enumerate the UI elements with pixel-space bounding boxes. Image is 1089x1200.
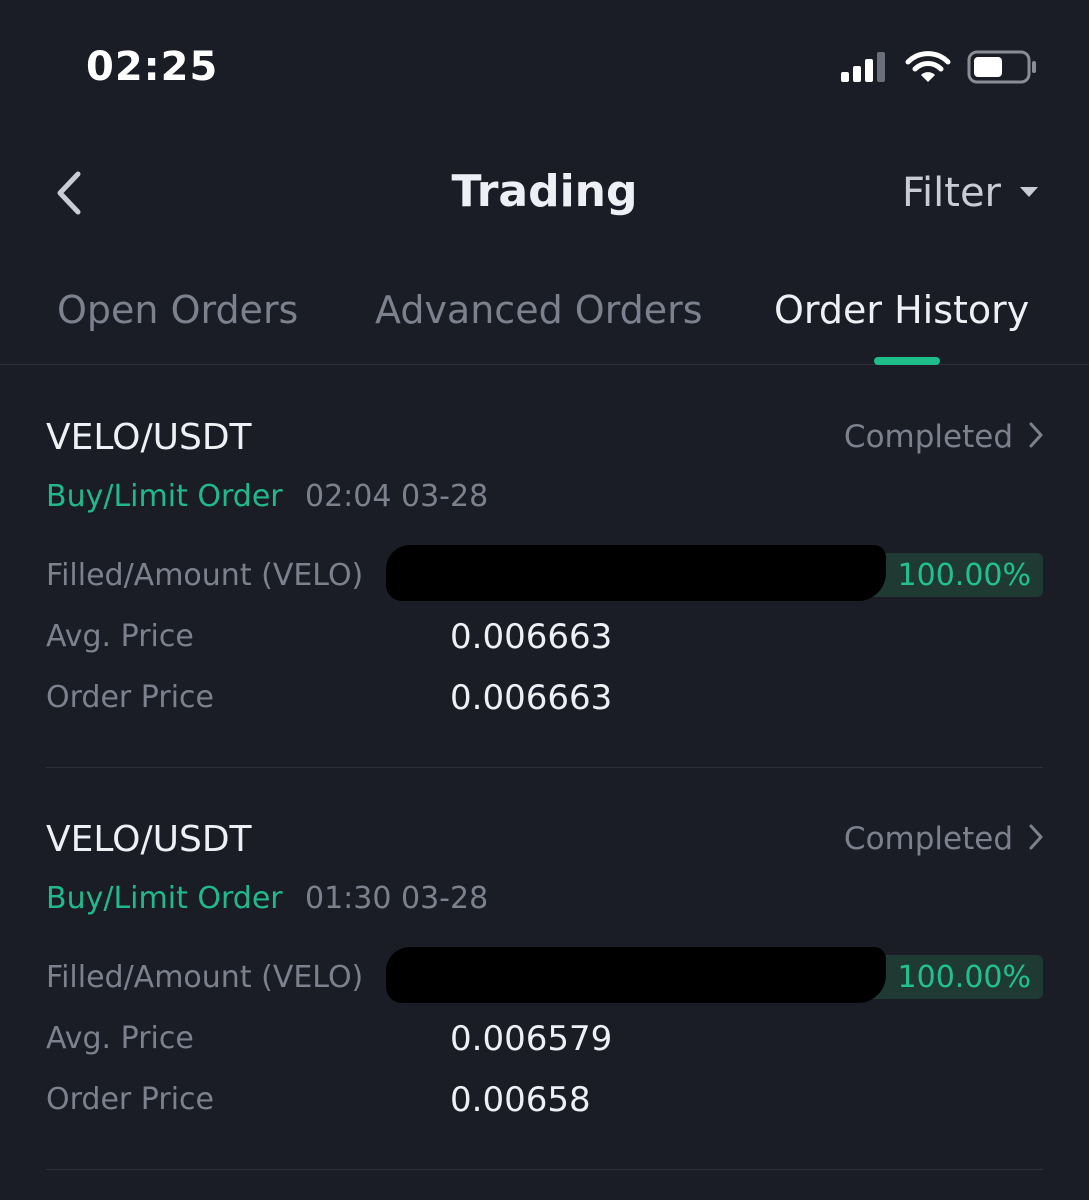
order-time: 01:30 03-28 (305, 881, 489, 916)
tab-advanced-orders[interactable]: Advanced Orders (375, 288, 703, 332)
chevron-right-icon (1029, 422, 1043, 452)
avg-price-value: 0.006579 (450, 1019, 613, 1059)
order-price-label: Order Price (46, 680, 214, 715)
order-price-value: 0.00658 (450, 1080, 591, 1120)
caret-down-icon (1019, 184, 1039, 203)
header: Trading Filter (0, 140, 1089, 250)
order-price-value: 0.006663 (450, 678, 613, 718)
fill-progress-badge: 100.00% (863, 955, 1043, 999)
avg-price-label: Avg. Price (46, 1021, 194, 1056)
order-status: Completed (843, 419, 1013, 455)
order-status-link[interactable]: Completed (844, 821, 1043, 857)
filter-label: Filter (901, 170, 1001, 216)
order-status: Completed (843, 821, 1013, 857)
order-status-link[interactable]: Completed (844, 419, 1043, 455)
order-card[interactable]: VELO/USDT Completed Buy/Limit Order 01:3… (46, 767, 1043, 1170)
avg-price-value: 0.006663 (450, 617, 613, 657)
order-type: Buy/Limit Order (46, 479, 283, 514)
chevron-right-icon (1029, 824, 1043, 854)
tab-open-orders[interactable]: Open Orders (57, 288, 298, 332)
redaction-mark (386, 545, 886, 601)
filter-button[interactable]: Filter (902, 170, 1039, 216)
order-time: 02:04 03-28 (305, 479, 489, 514)
trading-screen: 02:25 Trading Filter Open Orders Advance… (0, 0, 1089, 1200)
order-tabs: Open Orders Advanced Orders Order Histor… (0, 270, 1089, 365)
wifi-icon (905, 50, 951, 88)
avg-price-label: Avg. Price (46, 619, 194, 654)
signal-icon (841, 52, 889, 86)
fill-percent: 100.00% (897, 959, 1031, 995)
trading-pair: VELO/USDT (46, 819, 252, 860)
order-card[interactable]: VELO/USDT Completed Buy/Limit Order 02:0… (46, 365, 1043, 768)
filled-amount-label: Filled/Amount (VELO) (46, 558, 364, 593)
status-bar: 02:25 (0, 0, 1089, 130)
status-icons (841, 50, 1037, 88)
filled-amount-label: Filled/Amount (VELO) (46, 960, 364, 995)
fill-percent: 100.00% (897, 557, 1031, 593)
trading-pair: VELO/USDT (46, 417, 252, 458)
order-type: Buy/Limit Order (46, 881, 283, 916)
tab-order-history[interactable]: Order History (774, 288, 1029, 332)
status-time: 02:25 (86, 44, 219, 90)
battery-icon (967, 50, 1037, 88)
fill-progress-badge: 100.00% (863, 553, 1043, 597)
redaction-mark (386, 947, 886, 1003)
active-tab-indicator (874, 357, 940, 365)
order-price-label: Order Price (46, 1082, 214, 1117)
